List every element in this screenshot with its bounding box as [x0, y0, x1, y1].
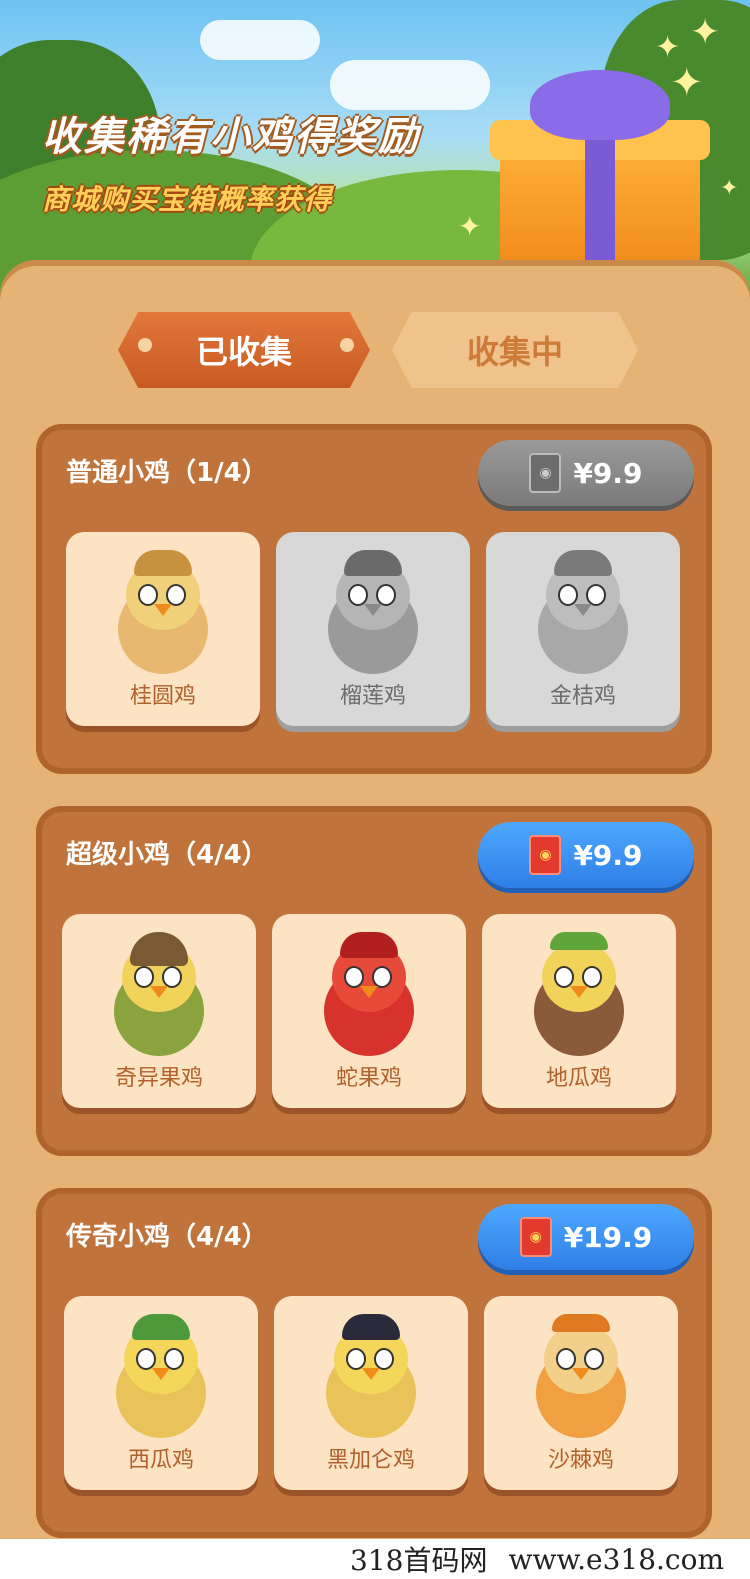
red-envelope-icon: ◉ [529, 453, 562, 493]
chick-card[interactable]: 桂圆鸡 [66, 532, 260, 726]
chick-card[interactable]: 奇异果鸡 [62, 914, 256, 1108]
header-scene: ✦ ✦ ✦ ✦ ✦ 收集稀有小鸡得奖励 商城购买宝箱概率获得 [0, 0, 750, 300]
section-title: 普通小鸡（1/4） [66, 458, 268, 488]
section-super-chicks: 超级小鸡（4/4） ◉ ¥9.9 奇异果鸡 蛇果鸡 地瓜鸡 [36, 806, 712, 1156]
sparkle-icon: ✦ [458, 210, 482, 243]
sparkle-icon: ✦ [690, 12, 721, 53]
watermark-left: 318首码网 [350, 1544, 488, 1577]
cloud [330, 60, 490, 110]
tab-collecting[interactable]: 收集中 [392, 312, 638, 388]
price-label: ¥9.9 [573, 838, 643, 872]
tab-label: 收集中 [466, 333, 563, 371]
chick-name: 地瓜鸡 [545, 1066, 612, 1091]
red-envelope-icon: ◉ [529, 835, 562, 875]
section-common-chicks: 普通小鸡（1/4） ◉ ¥9.9 桂圆鸡 榴莲鸡 金桔鸡 [36, 424, 712, 774]
chick-card[interactable]: 金桔鸡 [486, 532, 680, 726]
price-label: ¥9.9 [573, 456, 643, 490]
chick-name: 奇异果鸡 [114, 1066, 203, 1091]
chick-card[interactable]: 地瓜鸡 [482, 914, 676, 1108]
tab-collected[interactable]: 已收集 [118, 312, 370, 388]
buy-button[interactable]: ◉ ¥9.9 [478, 440, 694, 506]
chick-kiwi-icon [104, 932, 214, 1062]
buy-button[interactable]: ◉ ¥19.9 [478, 1204, 694, 1270]
tab-label: 已收集 [195, 333, 292, 371]
section-title: 超级小鸡（4/4） [66, 840, 268, 870]
price-label: ¥19.9 [563, 1220, 653, 1254]
chick-longan-icon [108, 550, 218, 680]
section-legendary-chicks: 传奇小鸡（4/4） ◉ ¥19.9 西瓜鸡 黑加仑鸡 沙棘鸡 [36, 1188, 712, 1538]
chick-name: 蛇果鸡 [335, 1066, 402, 1091]
cloud [200, 20, 320, 60]
sparkle-icon: ✦ [720, 176, 739, 201]
chick-name: 榴莲鸡 [339, 684, 406, 709]
chick-card[interactable]: 蛇果鸡 [272, 914, 466, 1108]
red-envelope-icon: ◉ [519, 1217, 552, 1257]
chick-durian-icon [318, 550, 428, 680]
chick-name: 黑加仑鸡 [326, 1448, 415, 1473]
chick-card[interactable]: 榴莲鸡 [276, 532, 470, 726]
rivet-icon [138, 338, 152, 352]
buy-button[interactable]: ◉ ¥9.9 [478, 822, 694, 888]
chick-name: 桂圆鸡 [129, 684, 196, 709]
chick-blackcurrant-icon [316, 1314, 426, 1444]
chick-sweet-potato-icon [524, 932, 634, 1062]
chick-watermelon-icon [106, 1314, 216, 1444]
chick-kumquat-icon [528, 550, 638, 680]
chick-name: 西瓜鸡 [127, 1448, 194, 1473]
page-subline: 商城购买宝箱概率获得 [42, 183, 333, 216]
chick-card[interactable]: 黑加仑鸡 [274, 1296, 468, 1490]
watermark-right: www.e318.com [508, 1542, 724, 1576]
page-headline: 收集稀有小鸡得奖励 [42, 114, 420, 160]
chick-card[interactable]: 沙棘鸡 [484, 1296, 678, 1490]
chick-sea-buckthorn-icon [526, 1314, 636, 1444]
section-title: 传奇小鸡（4/4） [66, 1222, 268, 1252]
chick-name: 金桔鸡 [549, 684, 616, 709]
watermark: 318首码网 www.e318.com [0, 1539, 750, 1579]
chick-card[interactable]: 西瓜鸡 [64, 1296, 258, 1490]
sparkle-icon: ✦ [670, 60, 704, 106]
rivet-icon [340, 338, 354, 352]
chick-red-apple-icon [314, 932, 424, 1062]
chick-name: 沙棘鸡 [547, 1448, 614, 1473]
